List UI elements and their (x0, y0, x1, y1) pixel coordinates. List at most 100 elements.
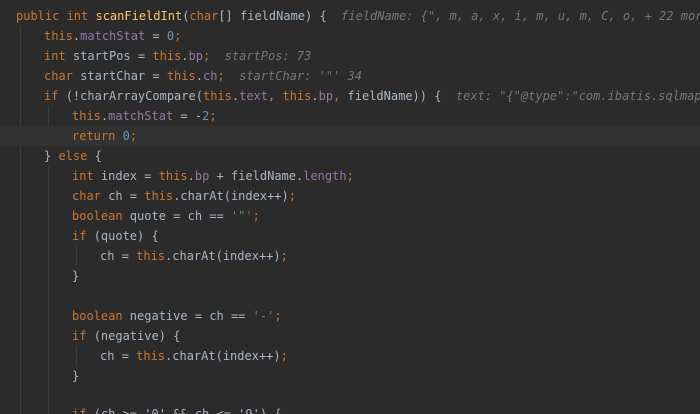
code-token: . (187, 169, 195, 183)
code-line[interactable]: char ch = this.charAt(index++); (0, 186, 700, 206)
code-line[interactable]: } else { (0, 146, 700, 166)
code-token: bp (318, 89, 334, 103)
code-line[interactable]: this.matchStat = -2; (0, 106, 700, 126)
code-line[interactable]: ch = this.charAt(index++); (0, 246, 700, 266)
code-token: this (158, 169, 188, 183)
code-token: this (282, 89, 312, 103)
code-token: startChar = (80, 69, 167, 83)
code-line[interactable]: boolean negative = ch == '-'; (0, 306, 700, 326)
code-token: text (239, 89, 269, 103)
code-token: this (136, 249, 166, 263)
code-token: if (44, 89, 66, 103)
code-token: + fieldName. (209, 169, 304, 183)
code-token: this (72, 109, 101, 123)
code-token: matchStat (80, 29, 146, 43)
code-token: (negative) { (93, 329, 181, 343)
code-token: .charAt(index++) (165, 349, 281, 363)
inline-debug-value: startChar: '"' 34 (239, 69, 362, 83)
code-token: else (58, 149, 95, 163)
code-token: .charAt(index++) (173, 189, 289, 203)
code-token: ; (280, 249, 288, 263)
code-token: this (136, 349, 166, 363)
code-line[interactable]: if (!charArrayCompare(this.text, this.bp… (0, 86, 700, 106)
code-line[interactable]: if (ch >= '0' && ch <= '9') { (0, 404, 700, 414)
code-token: ; (129, 129, 138, 143)
code-token: this (44, 29, 73, 43)
code-token: = (145, 29, 167, 43)
code-token: 0 (166, 29, 175, 43)
code-token: if (72, 407, 94, 414)
code-line[interactable]: int startPos = this.bp; startPos: 73 (0, 46, 700, 66)
code-token: char (72, 189, 109, 203)
code-token: if (72, 329, 94, 343)
code-token: char (189, 9, 219, 23)
code-token: } (44, 149, 59, 163)
code-line[interactable]: int index = this.bp + fieldName.length; (0, 166, 700, 186)
inline-debug-value: text: "{"@type":"com.ibatis.sqlmap.engin… (455, 89, 700, 103)
code-line[interactable]: if (negative) { (0, 326, 700, 346)
code-token: ch = (108, 189, 145, 203)
code-token: { (94, 149, 102, 163)
code-token: ch = (100, 349, 137, 363)
code-token: ; (288, 189, 296, 203)
code-token: [] fieldName) { (218, 9, 342, 23)
code-token: this (144, 189, 174, 203)
code-token: boolean (72, 309, 130, 323)
code-token: '-' (252, 309, 275, 323)
code-token: ch (202, 69, 218, 83)
code-token: int (44, 49, 73, 63)
code-token: this (202, 89, 232, 103)
code-token: } (72, 269, 80, 283)
code-token: int (72, 169, 101, 183)
code-token: ; (174, 29, 182, 43)
code-token: '"' (230, 209, 253, 223)
code-token: ; (217, 69, 225, 83)
code-token: ; (209, 109, 217, 123)
code-line[interactable]: ch = this.charAt(index++); (0, 346, 700, 366)
code-line-current[interactable]: return 0; (0, 126, 700, 146)
code-token: negative = ch == (129, 309, 253, 323)
code-line[interactable]: public int scanFieldInt(char[] fieldName… (0, 6, 700, 26)
code-token: bp (194, 169, 210, 183)
code-token: 0 (122, 129, 130, 143)
code-token: , (268, 89, 283, 103)
code-token: startPos = (72, 49, 153, 63)
code-token: (quote) { (93, 229, 159, 243)
code-token: = - (173, 109, 203, 123)
code-token: boolean (72, 209, 130, 223)
code-token: quote = ch == (129, 209, 231, 223)
code-token: ; (346, 169, 354, 183)
code-token: ; (274, 309, 282, 323)
code-line[interactable]: } (0, 366, 700, 386)
code-token: , (333, 89, 348, 103)
code-token: } (72, 369, 80, 383)
code-token: matchStat (108, 109, 174, 123)
code-token: . (195, 69, 203, 83)
code-line[interactable]: this.matchStat = 0; (0, 26, 700, 46)
code-line[interactable]: char startChar = this.ch; startChar: '"'… (0, 66, 700, 86)
code-token: (ch >= '0' && ch <= '9') { (93, 407, 282, 414)
inline-debug-value: fieldName: {", m, a, x, i, m, u, m, C, o… (341, 9, 700, 23)
code-token: char (44, 69, 81, 83)
code-token: fieldName)) { (347, 89, 456, 103)
code-token: scanFieldInt (95, 9, 183, 23)
code-token: (!charArrayCompare( (65, 89, 203, 103)
code-token: public int (16, 9, 96, 23)
code-token: ; (280, 349, 288, 363)
code-token: bp (188, 49, 203, 63)
code-token: length (303, 169, 347, 183)
code-token: return (72, 129, 123, 143)
code-line[interactable]: } (0, 266, 700, 286)
inline-debug-value: startPos: 73 (224, 49, 312, 63)
code-line[interactable]: if (quote) { (0, 226, 700, 246)
code-token: this (152, 49, 182, 63)
code-token: . (311, 89, 319, 103)
code-token: if (72, 229, 94, 243)
code-token: index = (100, 169, 159, 183)
code-token: .charAt(index++) (165, 249, 281, 263)
code-editor[interactable]: public int scanFieldInt(char[] fieldName… (0, 0, 700, 414)
code-token: ; (252, 209, 260, 223)
code-line[interactable]: boolean quote = ch == '"'; (0, 206, 700, 226)
